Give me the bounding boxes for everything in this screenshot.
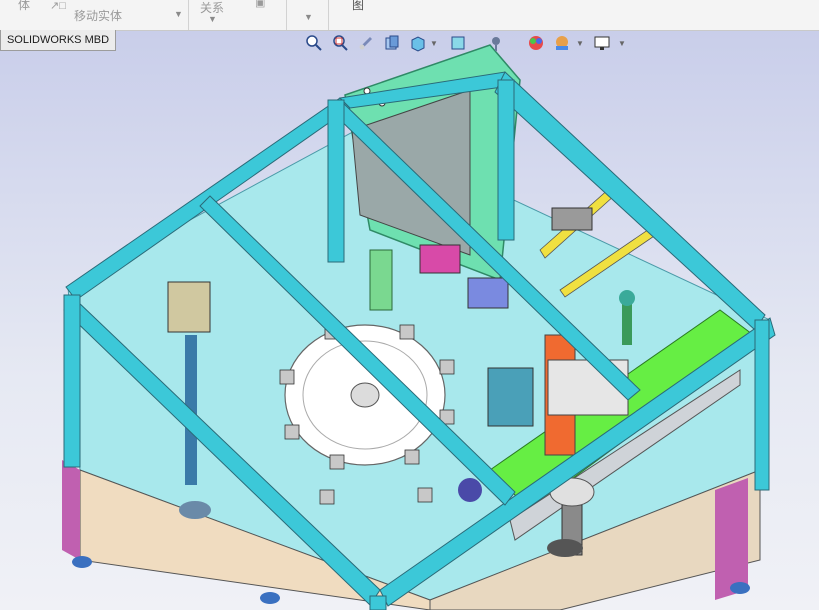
edit-appearance-icon[interactable] bbox=[526, 33, 546, 53]
tab-solidworks-mbd[interactable]: SOLIDWORKS MBD bbox=[0, 30, 116, 51]
move-body-icon: ↗□ bbox=[50, 0, 66, 12]
apply-scene-icon[interactable] bbox=[552, 33, 572, 53]
drawing-icon[interactable]: ▣ bbox=[255, 0, 265, 9]
relations-chevron-down-icon[interactable]: ▼ bbox=[208, 14, 217, 24]
command-ribbon: 体 ↗□ 移动实体 ▼ 关系 ▼ ▣ ▼ 图 bbox=[0, 0, 819, 31]
move-body-command[interactable]: 移动实体 bbox=[74, 7, 122, 24]
apply-scene-chevron-down-icon[interactable]: ▼ bbox=[576, 39, 584, 48]
ribbon-divider bbox=[286, 0, 287, 30]
display-style-icon[interactable] bbox=[448, 33, 468, 53]
ribbon-divider bbox=[328, 0, 329, 30]
more-chevron-down-icon[interactable]: ▼ bbox=[304, 12, 313, 22]
zoom-to-area-icon[interactable] bbox=[330, 33, 350, 53]
view-orientation-icon[interactable] bbox=[408, 33, 428, 53]
zoom-to-fit-icon[interactable] bbox=[304, 33, 324, 53]
view-settings-chevron-down-icon[interactable]: ▼ bbox=[618, 39, 626, 48]
section-view-icon[interactable] bbox=[382, 33, 402, 53]
drawing-command[interactable]: 图 bbox=[352, 0, 364, 13]
solid-body-command[interactable]: 体 bbox=[18, 0, 30, 13]
ribbon-divider bbox=[188, 0, 189, 30]
previous-view-icon[interactable] bbox=[356, 33, 376, 53]
machine-assembly-model[interactable] bbox=[0, 31, 819, 610]
hide-show-items-icon[interactable] bbox=[486, 33, 506, 53]
view-orientation-chevron-down-icon[interactable]: ▼ bbox=[430, 39, 438, 48]
view-settings-icon[interactable] bbox=[592, 33, 612, 53]
move-body-chevron-down-icon[interactable]: ▼ bbox=[174, 9, 183, 19]
